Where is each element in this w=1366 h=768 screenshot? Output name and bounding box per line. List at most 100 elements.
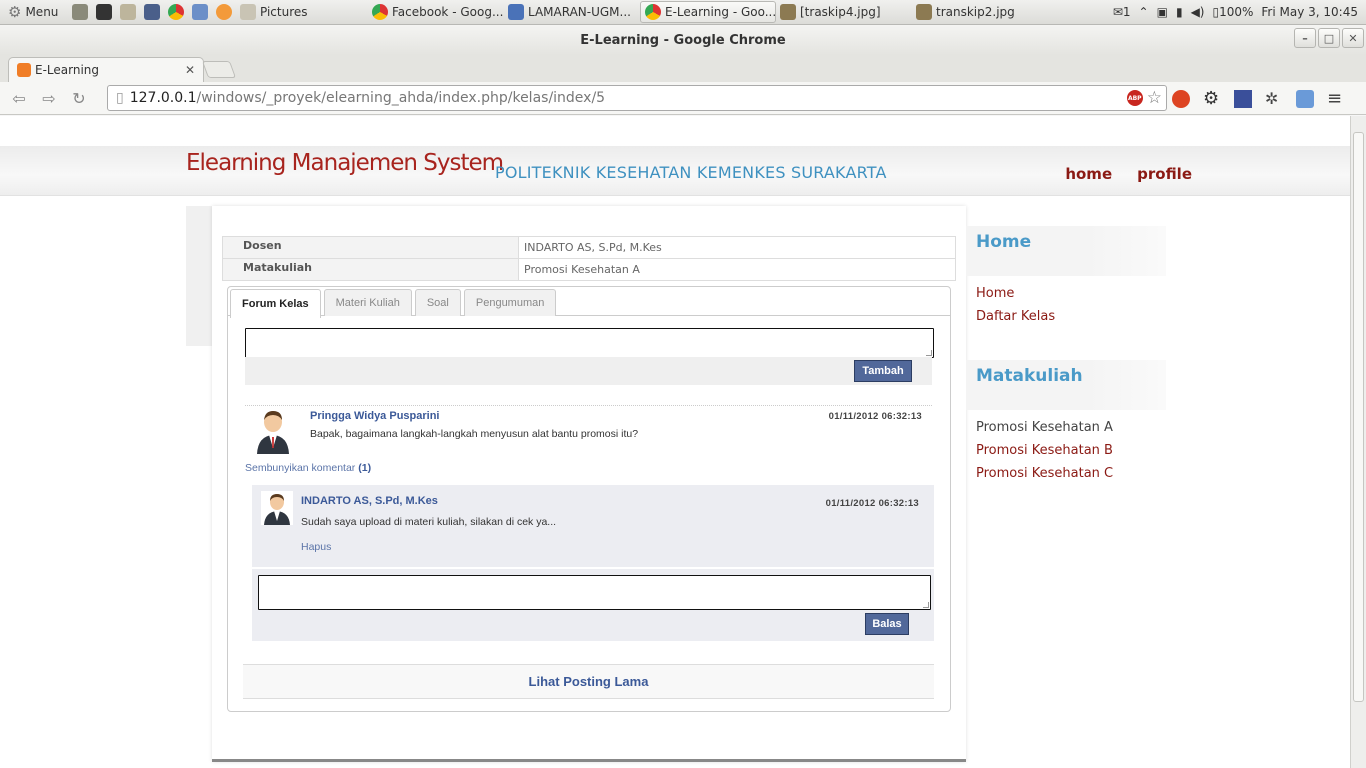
- resize-grip-icon[interactable]: [926, 350, 932, 356]
- stop-extension-icon[interactable]: [1172, 89, 1190, 108]
- back-button[interactable]: ⇦: [4, 89, 34, 108]
- volume-icon[interactable]: ◀): [1191, 5, 1205, 19]
- menu-button[interactable]: ⚙ Menu: [0, 0, 68, 25]
- close-tab-icon[interactable]: ✕: [185, 63, 195, 77]
- hide-comments-link[interactable]: Sembunyikan komentar (1): [245, 462, 371, 474]
- reload-button[interactable]: ↻: [64, 89, 94, 108]
- sidebar-course-heading: Matakuliah: [966, 360, 1166, 410]
- clipboard-icon[interactable]: ▣: [1157, 5, 1168, 19]
- clock[interactable]: Fri May 3, 10:45: [1261, 5, 1358, 19]
- course-label: Matakuliah: [222, 258, 519, 281]
- new-tab-button[interactable]: [201, 61, 237, 78]
- minimize-button[interactable]: –: [1294, 28, 1316, 48]
- chrome-icon: [372, 4, 388, 20]
- adblock-icon[interactable]: ABP: [1126, 90, 1143, 106]
- taskbar-item-traskip4[interactable]: [traskip4.jpg]: [776, 0, 912, 25]
- sidebar: Home Home Daftar Kelas Matakuliah Promos…: [966, 226, 1166, 499]
- folder-icon: [240, 4, 256, 20]
- close-button[interactable]: ✕: [1342, 28, 1364, 48]
- window-controls: – □ ✕: [1294, 28, 1364, 48]
- chrome-icon[interactable]: [168, 4, 184, 20]
- content-side-shade: [186, 206, 212, 346]
- bookmark-star-icon[interactable]: ☆: [1147, 88, 1162, 108]
- male-user-icon: [264, 494, 290, 525]
- taskbar-item-pictures[interactable]: Pictures: [236, 0, 368, 25]
- page-icon: ▯: [116, 90, 124, 106]
- resize-grip-icon[interactable]: [923, 602, 929, 608]
- new-post-textarea[interactable]: [245, 328, 934, 358]
- camera-icon[interactable]: [72, 4, 88, 20]
- chrome-menu-icon[interactable]: ≡: [1327, 89, 1345, 108]
- top-nav: home profile: [1065, 165, 1192, 183]
- taskbar-item-transkip2[interactable]: transkip2.jpg: [912, 0, 1048, 25]
- folder-icon[interactable]: [120, 4, 136, 20]
- tambah-button[interactable]: Tambah: [854, 360, 912, 382]
- url-path: /windows/_proyek/elearning_ahda/index.ph…: [196, 90, 606, 106]
- site-header: Elearning Manajemen System POLITEKNIK KE…: [0, 146, 1350, 196]
- sidebar-item-course-c[interactable]: Promosi Kesehatan C: [976, 466, 1156, 489]
- comment-text: Sudah saya upload di materi kuliah, sila…: [301, 516, 557, 528]
- reply-textarea[interactable]: [258, 575, 931, 610]
- nav-home-link[interactable]: home: [1065, 165, 1112, 183]
- extension-icons: ⚙ ✲ ≡: [1172, 82, 1345, 115]
- messages-icon[interactable]: ✉1: [1113, 5, 1131, 19]
- satellite-extension-icon[interactable]: [1296, 89, 1314, 108]
- table-row: Matakuliah Promosi Kesehatan A: [222, 258, 956, 281]
- signal-icon[interactable]: ▮: [1176, 5, 1183, 19]
- sidebar-item-course-a[interactable]: Promosi Kesehatan A: [976, 420, 1156, 443]
- taskbar-item-elearning[interactable]: E-Learning - Goo...: [640, 1, 776, 23]
- tab-forum-kelas[interactable]: Forum Kelas: [230, 289, 321, 318]
- sidebar-item-home[interactable]: Home: [976, 286, 1156, 309]
- comment-item: INDARTO AS, S.Pd, M.Kes 01/11/2012 06:32…: [252, 485, 934, 567]
- commenter-avatar: [261, 491, 293, 525]
- url-host: 127.0.0.1: [129, 90, 197, 106]
- puzzle-extension-icon[interactable]: [1234, 89, 1252, 108]
- browser-tab[interactable]: E-Learning ✕: [8, 57, 204, 82]
- sidebar-item-course-b[interactable]: Promosi Kesehatan B: [976, 443, 1156, 466]
- firefox-icon[interactable]: [216, 4, 232, 20]
- xampp-favicon-icon: [17, 63, 31, 77]
- site-brand[interactable]: Elearning Manajemen System: [186, 150, 504, 176]
- comment-author[interactable]: INDARTO AS, S.Pd, M.Kes: [301, 495, 438, 507]
- tab-pengumuman[interactable]: Pengumuman: [463, 289, 557, 316]
- image-viewer-icon: [780, 4, 796, 20]
- male-user-icon: [257, 411, 289, 454]
- virtualbox-icon[interactable]: [192, 4, 208, 20]
- comment-date: 01/11/2012 06:32:13: [825, 498, 919, 509]
- post-date: 01/11/2012 06:32:13: [828, 411, 922, 422]
- post-text: Bapak, bagaimana langkah-langkah menyusu…: [310, 428, 639, 440]
- menu-label: Menu: [25, 5, 59, 19]
- terminal-icon[interactable]: [96, 4, 112, 20]
- calculator-icon[interactable]: [144, 4, 160, 20]
- forward-button[interactable]: ⇨: [34, 89, 64, 108]
- maximize-button[interactable]: □: [1318, 28, 1340, 48]
- lecturer-value: INDARTO AS, S.Pd, M.Kes: [518, 236, 956, 259]
- battery-icon[interactable]: ▯100%: [1212, 5, 1253, 19]
- tab-title: E-Learning: [35, 63, 100, 77]
- scrollbar-thumb[interactable]: [1353, 132, 1364, 702]
- course-value: Promosi Kesehatan A: [518, 258, 956, 281]
- tab-panel: Forum Kelas Materi Kuliah Soal Pengumuma…: [227, 286, 951, 712]
- image-viewer-icon: [916, 4, 932, 20]
- lecturer-label: Dosen: [222, 236, 519, 259]
- delete-comment-link[interactable]: Hapus: [301, 541, 331, 553]
- tab-soal[interactable]: Soal: [414, 289, 461, 316]
- bug-extension-icon[interactable]: ✲: [1265, 89, 1283, 108]
- chevron-up-icon[interactable]: ⌃: [1139, 5, 1149, 19]
- sidebar-item-daftar-kelas[interactable]: Daftar Kelas: [976, 309, 1156, 332]
- taskbar-item-lamaran[interactable]: LAMARAN-UGM...: [504, 0, 640, 25]
- institution-name: POLITEKNIK KESEHATAN KEMENKES SURAKARTA: [495, 163, 887, 182]
- address-bar[interactable]: ▯ 127.0.0.1/windows/_proyek/elearning_ah…: [107, 85, 1167, 111]
- tab-materi-kuliah[interactable]: Materi Kuliah: [323, 289, 412, 316]
- taskbar-item-facebook[interactable]: Facebook - Goog...: [368, 0, 504, 25]
- page-scrollbar[interactable]: [1350, 116, 1366, 768]
- sidebar-course-list: Promosi Kesehatan A Promosi Kesehatan B …: [966, 410, 1166, 499]
- balas-button[interactable]: Balas: [865, 613, 909, 635]
- settings-gear-icon[interactable]: ⚙: [1203, 89, 1221, 108]
- sidebar-home-list: Home Daftar Kelas: [966, 276, 1166, 342]
- new-post-bar: Tambah: [245, 357, 932, 385]
- post-author[interactable]: Pringga Widya Pusparini: [310, 410, 439, 422]
- reply-box: Balas: [252, 569, 934, 641]
- nav-profile-link[interactable]: profile: [1137, 165, 1192, 183]
- older-posts-link[interactable]: Lihat Posting Lama: [243, 664, 934, 699]
